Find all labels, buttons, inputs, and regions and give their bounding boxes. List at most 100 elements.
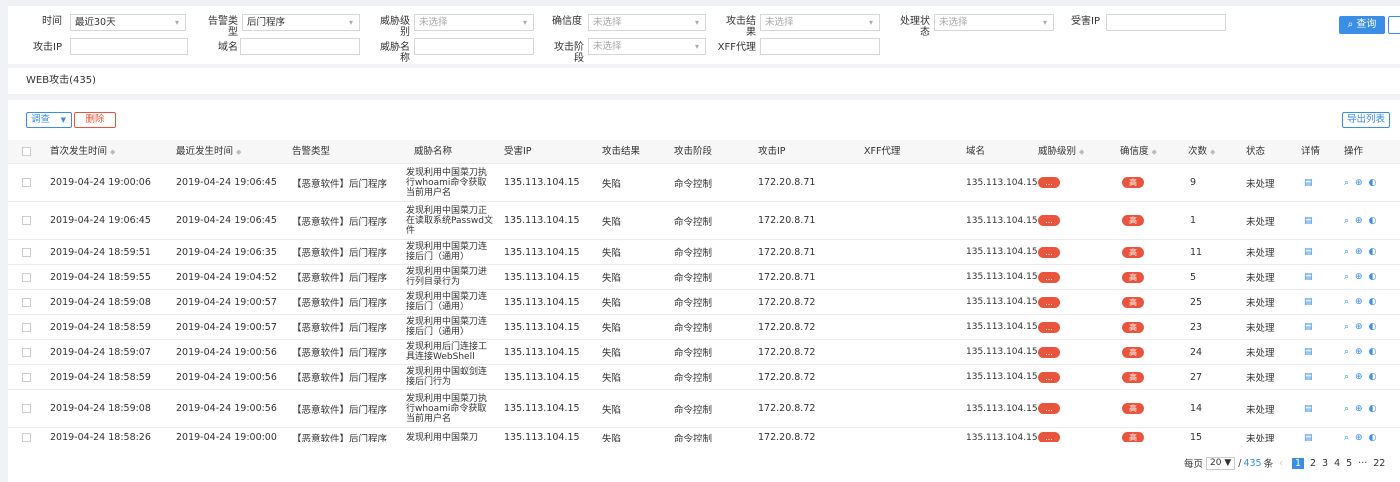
toggle-icon[interactable]: ◐ xyxy=(1369,433,1377,443)
threat-level-select[interactable]: 未选择 ▾ xyxy=(414,14,534,31)
document-icon[interactable]: ▤ xyxy=(1304,216,1313,226)
toggle-icon[interactable]: ◐ xyxy=(1369,297,1377,307)
toggle-icon[interactable]: ◐ xyxy=(1369,322,1377,332)
add-circle-icon[interactable]: ⊕ xyxy=(1355,297,1363,307)
xff-input[interactable] xyxy=(760,38,880,55)
search-icon[interactable]: ⌕ xyxy=(1344,216,1349,226)
col-threat-level[interactable]: 威胁级别 ◆ xyxy=(1038,140,1084,164)
toggle-icon[interactable]: ◐ xyxy=(1369,178,1377,188)
domain-input[interactable] xyxy=(240,38,360,55)
search-icon[interactable]: ⌕ xyxy=(1344,433,1349,443)
search-icon[interactable]: ⌕ xyxy=(1344,178,1349,188)
document-icon[interactable]: ▤ xyxy=(1304,404,1313,414)
search-icon[interactable]: ⌕ xyxy=(1344,372,1349,382)
investigate-dropdown[interactable]: 调查 ▼ xyxy=(26,112,72,128)
time-select[interactable]: 最近30天 ▾ xyxy=(70,14,186,31)
delete-button[interactable]: 删除 xyxy=(74,112,116,128)
page-ellipsis[interactable]: ··· xyxy=(1358,458,1367,469)
page-2[interactable]: 2 xyxy=(1310,458,1316,469)
add-circle-icon[interactable]: ⊕ xyxy=(1355,272,1363,282)
cell-attacker: 172.20.8.72 xyxy=(758,296,816,308)
toggle-icon[interactable]: ◐ xyxy=(1369,347,1377,357)
row-checkbox[interactable] xyxy=(22,433,31,442)
search-icon[interactable]: ⌕ xyxy=(1344,347,1349,357)
document-icon[interactable]: ▤ xyxy=(1304,322,1313,332)
add-circle-icon[interactable]: ⊕ xyxy=(1355,178,1363,188)
search-icon[interactable]: ⌕ xyxy=(1344,297,1349,307)
attack-ip-input[interactable] xyxy=(70,38,188,55)
prev-page-icon[interactable]: ‹ xyxy=(1279,458,1283,469)
confidence-badge: 高 xyxy=(1122,432,1144,442)
row-checkbox[interactable] xyxy=(22,404,31,413)
col-last-time[interactable]: 最近发生时间 ◆ xyxy=(176,140,241,164)
attack-stage-select[interactable]: 未选择 ▾ xyxy=(588,38,706,55)
document-icon[interactable]: ▤ xyxy=(1304,347,1313,357)
cell-domain: 135.113.104.15 xyxy=(966,247,1038,257)
row-checkbox[interactable] xyxy=(22,347,31,357)
table-row[interactable]: 2019-04-24 19:00:06 2019-04-24 19:06:45 【恶… xyxy=(8,164,1400,202)
toggle-icon[interactable]: ◐ xyxy=(1369,372,1377,382)
add-circle-icon[interactable]: ⊕ xyxy=(1355,216,1363,226)
total-suffix: 条 xyxy=(1263,459,1274,470)
table-row[interactable]: 2019-04-24 18:59:08 2019-04-24 19:00:56 【恶… xyxy=(8,390,1400,428)
document-icon[interactable]: ▤ xyxy=(1304,297,1313,307)
toggle-icon[interactable]: ◐ xyxy=(1369,247,1377,257)
col-first-time[interactable]: 首次发生时间 ◆ xyxy=(50,140,115,164)
more-button[interactable] xyxy=(1388,16,1400,34)
table-row[interactable]: 2019-04-24 18:58:59 2019-04-24 19:00:56 【恶… xyxy=(8,365,1400,390)
row-checkbox[interactable] xyxy=(22,297,31,307)
row-checkbox[interactable] xyxy=(22,247,31,257)
table-row[interactable]: 2019-04-24 18:59:08 2019-04-24 19:00:57 【恶… xyxy=(8,290,1400,315)
add-circle-icon[interactable]: ⊕ xyxy=(1355,347,1363,357)
table-row[interactable]: 2019-04-24 19:06:45 2019-04-24 19:06:45 【恶… xyxy=(8,202,1400,240)
table-row[interactable]: 2019-04-24 18:59:07 2019-04-24 19:00:56 【恶… xyxy=(8,340,1400,365)
page-4[interactable]: 4 xyxy=(1334,458,1340,469)
col-confidence[interactable]: 确信度 ◆ xyxy=(1120,140,1157,164)
add-circle-icon[interactable]: ⊕ xyxy=(1355,247,1363,257)
row-checkbox[interactable] xyxy=(22,372,31,382)
add-circle-icon[interactable]: ⊕ xyxy=(1355,404,1363,414)
add-circle-icon[interactable]: ⊕ xyxy=(1355,433,1363,443)
document-icon[interactable]: ▤ xyxy=(1304,272,1313,282)
add-circle-icon[interactable]: ⊕ xyxy=(1355,372,1363,382)
cell-threat: 发现利用中国菜刀正在读取系统Passwd文件 xyxy=(406,205,493,236)
table-row[interactable]: 2019-04-24 18:58:59 2019-04-24 19:00:57 【恶… xyxy=(8,315,1400,340)
document-icon[interactable]: ▤ xyxy=(1304,178,1313,188)
toggle-icon[interactable]: ◐ xyxy=(1369,216,1377,226)
table-row[interactable]: 2019-04-24 18:58:26 2019-04-24 19:00:00 【恶… xyxy=(8,428,1400,442)
query-button[interactable]: ⌕ 查询 xyxy=(1339,16,1385,34)
alert-type-select[interactable]: 后门程序 ▾ xyxy=(242,14,360,31)
export-button[interactable]: 导出列表 xyxy=(1342,112,1390,128)
confidence-badge: 高 xyxy=(1122,321,1144,333)
row-checkbox[interactable] xyxy=(22,216,31,225)
attack-result-select[interactable]: 未选择 ▾ xyxy=(760,14,880,31)
document-icon[interactable]: ▤ xyxy=(1304,247,1313,257)
search-icon[interactable]: ⌕ xyxy=(1344,322,1349,332)
row-checkbox[interactable] xyxy=(22,178,31,187)
row-checkbox[interactable] xyxy=(22,272,31,282)
page-1[interactable]: 1 xyxy=(1291,457,1304,469)
page-3[interactable]: 3 xyxy=(1322,458,1328,469)
cell-threat: 发现利用中国菜刀执行whoami命令获取当前用户名 xyxy=(406,393,488,424)
select-all-checkbox[interactable] xyxy=(22,147,31,156)
table-row[interactable]: 2019-04-24 18:59:55 2019-04-24 19:04:52 【恶… xyxy=(8,265,1400,290)
col-count[interactable]: 次数 ◆ xyxy=(1188,140,1215,164)
document-icon[interactable]: ▤ xyxy=(1304,433,1313,443)
cell-result: 失陷 xyxy=(602,273,622,284)
threat-name-input[interactable] xyxy=(414,38,534,55)
toggle-icon[interactable]: ◐ xyxy=(1369,404,1377,414)
per-page-select[interactable]: 20 ▼ xyxy=(1206,456,1236,470)
row-checkbox[interactable] xyxy=(22,322,31,332)
search-icon[interactable]: ⌕ xyxy=(1344,247,1349,257)
add-circle-icon[interactable]: ⊕ xyxy=(1355,322,1363,332)
search-icon[interactable]: ⌕ xyxy=(1344,404,1349,414)
page-last[interactable]: 22 xyxy=(1373,458,1385,469)
page-5[interactable]: 5 xyxy=(1346,458,1352,469)
document-icon[interactable]: ▤ xyxy=(1304,372,1313,382)
victim-ip-input[interactable] xyxy=(1106,14,1226,31)
confidence-select[interactable]: 未选择 ▾ xyxy=(588,14,706,31)
status-select[interactable]: 未选择 ▾ xyxy=(934,14,1054,31)
toggle-icon[interactable]: ◐ xyxy=(1369,272,1377,282)
table-row[interactable]: 2019-04-24 18:59:51 2019-04-24 19:06:35 【恶… xyxy=(8,240,1400,265)
search-icon[interactable]: ⌕ xyxy=(1344,272,1349,282)
